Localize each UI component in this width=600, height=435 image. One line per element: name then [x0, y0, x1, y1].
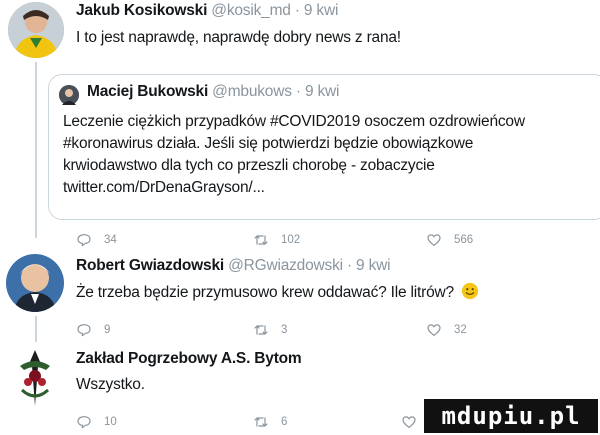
tweet-jakub[interactable]: Jakub Kosikowski @kosik_md · 9 kwi I to …: [0, 0, 600, 250]
tweet-time[interactable]: · 9 kwi: [347, 257, 391, 274]
quoted-text: Leczenie ciężkich przypadków #COVID2019 …: [63, 111, 525, 199]
like-count: 566: [454, 234, 474, 246]
quoted-author-handle: @mbukows: [212, 83, 292, 100]
quoted-avatar-image: [59, 85, 79, 105]
retweet-count: 3: [281, 324, 288, 336]
like-icon: [402, 416, 416, 428]
retweet-count: 102: [281, 234, 301, 246]
watermark-logo: mdupiu.pl: [424, 399, 598, 433]
tweet-header: Zakład Pogrzebowy A.S. Bytom: [76, 350, 302, 368]
quoted-tweet-time: · 9 kwi: [295, 83, 340, 100]
avatar[interactable]: [8, 346, 62, 408]
retweet-button[interactable]: 3: [253, 322, 287, 338]
author-name[interactable]: Robert Gwiazdowski: [76, 257, 224, 274]
retweet-icon: [254, 325, 268, 335]
reply-icon: [77, 416, 91, 429]
author-handle[interactable]: @RGwiazdowski: [228, 257, 343, 274]
reply-count: 9: [104, 324, 111, 336]
reply-icon: [77, 324, 91, 337]
quoted-tweet[interactable]: Maciej Bukowski @mbukows · 9 kwi Leczeni…: [48, 74, 600, 220]
tweet-actions: 9 3 32: [76, 322, 546, 340]
author-name[interactable]: Zakład Pogrzebowy A.S. Bytom: [76, 350, 302, 367]
like-count: 32: [454, 324, 467, 336]
tweet-text: I to jest naprawdę, naprawdę dobry news …: [76, 29, 401, 46]
tweet-text: Że trzeba będzie przymusowo krew oddawać…: [76, 282, 479, 304]
quoted-link[interactable]: twitter.com/DrDenaGrayson/...: [63, 177, 525, 199]
quoted-text-line: Leczenie ciężkich przypadków #COVID2019 …: [63, 113, 525, 130]
reply-icon: [77, 234, 91, 247]
reply-count: 10: [104, 416, 117, 428]
retweet-button[interactable]: 6: [253, 414, 287, 430]
tweet-text: Wszystko.: [76, 376, 145, 393]
like-button[interactable]: 566: [426, 232, 473, 248]
tweet-header: Jakub Kosikowski @kosik_md · 9 kwi: [76, 2, 338, 20]
tweet-robert[interactable]: Robert Gwiazdowski @RGwiazdowski · 9 kwi…: [0, 250, 600, 344]
thread-line: [35, 316, 37, 342]
avatar-image: [8, 2, 64, 58]
author-name[interactable]: Jakub Kosikowski: [76, 2, 207, 19]
like-icon: [427, 324, 441, 336]
reply-count: 34: [104, 234, 117, 246]
retweet-icon: [254, 235, 268, 245]
tweet-text-content: Że trzeba będzie przymusowo krew oddawać…: [76, 284, 454, 301]
quoted-header: Maciej Bukowski @mbukows · 9 kwi: [87, 83, 339, 101]
tweet-header: Robert Gwiazdowski @RGwiazdowski · 9 kwi: [76, 257, 391, 275]
avatar[interactable]: [6, 254, 64, 312]
reply-button[interactable]: 9: [76, 322, 110, 338]
quoted-author-name: Maciej Bukowski: [87, 83, 209, 100]
quoted-text-line: #koronawirus działa. Jeśli się potwierdz…: [63, 135, 474, 152]
avatar[interactable]: [8, 2, 64, 58]
quoted-avatar: [59, 85, 79, 105]
reply-button[interactable]: 10: [76, 414, 117, 430]
smiling-face-emoji-icon: [461, 282, 479, 300]
author-handle[interactable]: @kosik_md: [211, 2, 291, 19]
avatar-image: [8, 346, 62, 408]
thread-line: [35, 62, 37, 238]
quoted-text-line: krwiodawstwo dla tych co przeszli chorob…: [63, 157, 435, 174]
like-icon: [427, 234, 441, 246]
like-button[interactable]: 32: [426, 322, 467, 338]
tweet-time[interactable]: · 9 kwi: [295, 2, 339, 19]
retweet-icon: [254, 417, 268, 427]
avatar-image: [6, 254, 64, 312]
reply-button[interactable]: 34: [76, 232, 117, 248]
retweet-count: 6: [281, 416, 288, 428]
retweet-button[interactable]: 102: [253, 232, 300, 248]
tweet-actions: 34 102 566: [76, 232, 546, 250]
